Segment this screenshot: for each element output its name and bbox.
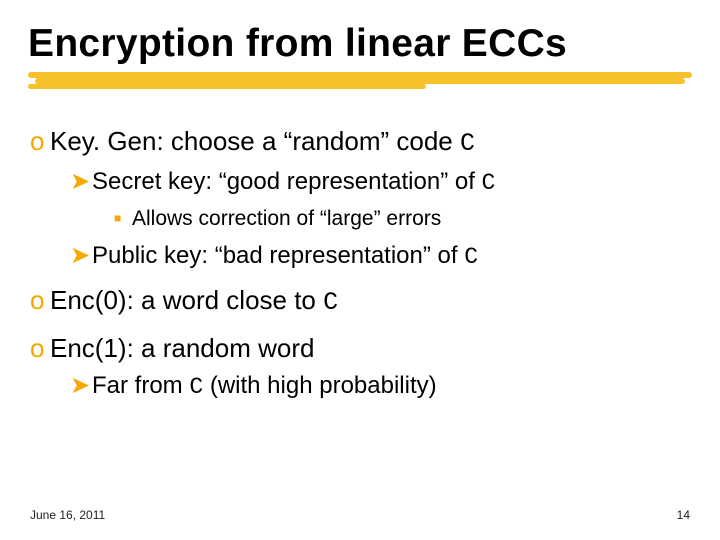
title-underline (28, 72, 692, 96)
arrow-bullet-icon: ➤ (70, 166, 92, 198)
item-text: Allows correction of “large” errors (132, 207, 441, 230)
arrow-bullet-icon: ➤ (70, 370, 92, 402)
list-item: ➤Far from C (with high probability) (70, 370, 690, 403)
slide-title: Encryption from linear ECCs (28, 22, 700, 66)
page-number: 14 (677, 508, 690, 522)
circle-bullet-icon: o (30, 283, 50, 318)
list-item: oEnc(1): a random word (30, 331, 690, 366)
slide: Encryption from linear ECCs oKey. Gen: c… (0, 0, 720, 540)
item-text: Key. Gen: choose a “random” code C (50, 126, 475, 156)
circle-bullet-icon: o (30, 124, 50, 159)
slide-body: oKey. Gen: choose a “random” code C ➤Sec… (30, 118, 690, 405)
list-item: ■Allows correction of “large” errors (114, 205, 690, 232)
list-item: ➤Secret key: “good representation” of C (70, 166, 690, 199)
arrow-bullet-icon: ➤ (70, 240, 92, 272)
item-text: Enc(0): a word close to C (50, 285, 338, 315)
footer-date: June 16, 2011 (30, 508, 105, 522)
list-item: oEnc(0): a word close to C (30, 283, 690, 321)
circle-bullet-icon: o (30, 331, 50, 366)
list-item: oKey. Gen: choose a “random” code C (30, 124, 690, 162)
item-text: Enc(1): a random word (50, 333, 314, 363)
item-text: Public key: “bad representation” of C (92, 242, 478, 269)
item-text: Far from C (with high probability) (92, 372, 437, 399)
square-bullet-icon: ■ (114, 211, 132, 227)
list-item: ➤Public key: “bad representation” of C (70, 240, 690, 273)
item-text: Secret key: “good representation” of C (92, 168, 495, 195)
